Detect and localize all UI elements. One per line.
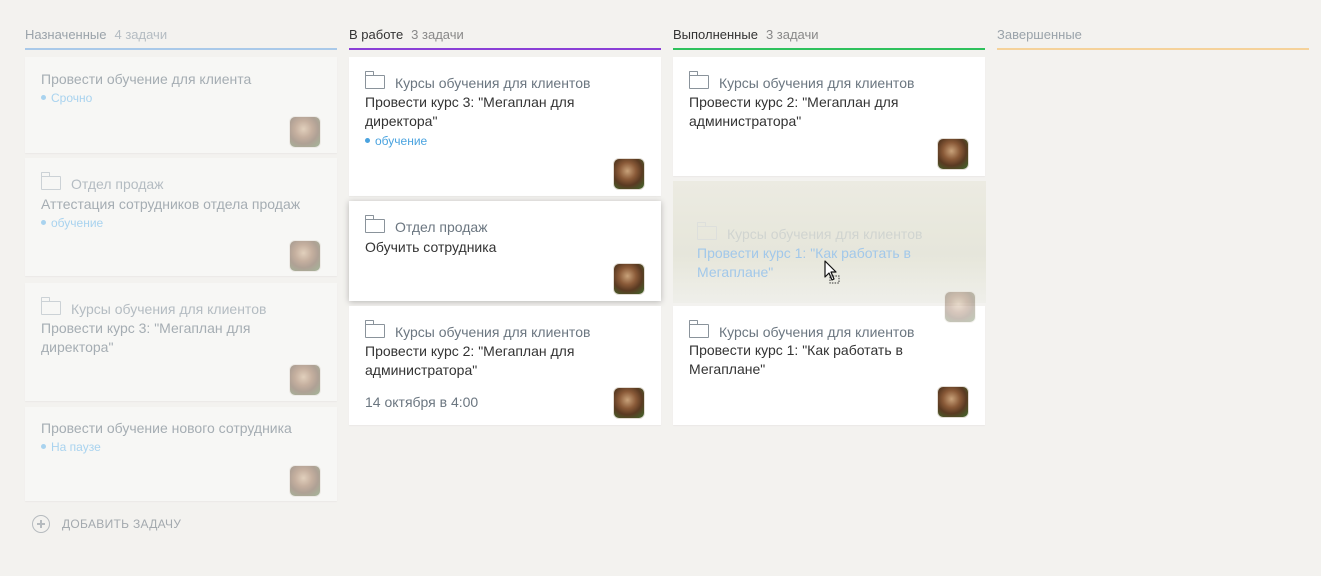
task-title: Провести курс 3: "Мегаплан для директора… <box>365 94 575 129</box>
folder-icon <box>364 215 385 233</box>
tag-dot <box>365 138 370 143</box>
task-project[interactable]: Курсы обучения для клиентов <box>364 320 590 340</box>
add-task-button[interactable]: ДОБАВИТЬ ЗАДАЧУ <box>32 515 181 533</box>
folder-icon <box>40 297 61 315</box>
task-tag: обучение <box>365 134 427 148</box>
task-title: Обучить сотрудника <box>365 239 497 255</box>
task-card[interactable]: Отдел продаж Обучить сотрудника <box>349 201 661 301</box>
column-header[interactable]: Назначенные 4 задачи <box>25 24 337 50</box>
task-title: Провести обучение для клиента <box>41 71 252 87</box>
column-title: Выполненные <box>673 27 758 42</box>
avatar[interactable] <box>289 465 321 497</box>
column-color-bar <box>997 48 1309 50</box>
avatar[interactable] <box>613 263 645 295</box>
dragging-task-card[interactable]: Курсы обучения для клиентов Провести кур… <box>673 181 986 323</box>
task-card[interactable]: Курсы обучения для клиентов Провести кур… <box>349 57 661 196</box>
column-color-bar <box>25 48 337 50</box>
task-tag: обучение <box>41 216 103 230</box>
task-title: Провести курс 2: "Мегаплан для администр… <box>365 343 575 378</box>
avatar[interactable] <box>937 386 969 418</box>
task-card[interactable]: Курсы обучения для клиентов Провести кур… <box>349 306 661 425</box>
folder-icon <box>696 222 717 240</box>
column-count: 3 задачи <box>765 27 819 42</box>
folder-icon <box>688 71 709 89</box>
task-card[interactable]: Провести обучение для клиента Срочно <box>25 57 337 153</box>
avatar[interactable] <box>937 138 969 170</box>
task-card[interactable]: Курсы обучения для клиентов Провести кур… <box>673 57 985 176</box>
task-due-date: 14 октября в 4:00 <box>365 394 479 410</box>
column-count: 3 задачи <box>411 27 464 42</box>
task-title: Провести обучение нового сотрудника <box>41 420 292 436</box>
column-title: В работе <box>349 27 404 42</box>
tag-dot <box>41 220 46 225</box>
column-title: Назначенные <box>25 27 107 42</box>
move-cursor-icon <box>824 260 840 284</box>
task-project: Курсы обучения для клиентов <box>696 222 922 242</box>
column-color-bar <box>673 48 985 50</box>
add-task-label: ДОБАВИТЬ ЗАДАЧУ <box>62 517 182 531</box>
column-header[interactable]: Завершенные <box>997 24 1309 50</box>
task-title: Провести курс 1: "Как работать в Мегапла… <box>697 245 911 280</box>
folder-icon <box>40 172 61 190</box>
task-project[interactable]: Отдел продаж <box>40 172 164 192</box>
task-tag: На паузе <box>41 440 101 454</box>
task-card[interactable]: Отдел продаж Аттестация сотрудников отде… <box>25 158 337 276</box>
avatar <box>944 291 976 323</box>
task-title: Провести курс 3: "Мегаплан для директора… <box>41 320 251 355</box>
plus-circle-icon <box>32 515 50 533</box>
folder-icon <box>688 320 709 338</box>
task-project[interactable]: Курсы обучения для клиентов <box>40 297 266 317</box>
avatar[interactable] <box>289 364 321 396</box>
folder-icon <box>364 320 385 338</box>
task-card[interactable]: Курсы обучения для клиентов Провести кур… <box>25 283 337 401</box>
folder-icon <box>364 71 385 89</box>
task-project[interactable]: Курсы обучения для клиентов <box>364 71 590 91</box>
column-header[interactable]: В работе 3 задачи <box>349 24 661 50</box>
column-title: Завершенные <box>997 27 1082 42</box>
avatar[interactable] <box>613 387 645 419</box>
task-project[interactable]: Курсы обучения для клиентов <box>688 320 914 340</box>
tag-dot <box>41 444 46 449</box>
task-title: Аттестация сотрудников отдела продаж <box>41 196 301 212</box>
task-project[interactable]: Курсы обучения для клиентов <box>688 71 914 91</box>
avatar[interactable] <box>613 158 645 190</box>
task-card[interactable]: Провести обучение нового сотрудника На п… <box>25 407 337 501</box>
column-header[interactable]: Выполненные 3 задачи <box>673 24 985 50</box>
task-title: Провести курс 2: "Мегаплан для администр… <box>689 94 899 129</box>
column-count: 4 задачи <box>114 27 168 42</box>
avatar[interactable] <box>289 240 321 272</box>
column-color-bar <box>349 48 661 50</box>
tag-dot <box>41 95 46 100</box>
task-tag: Срочно <box>41 91 92 105</box>
task-title: Провести курс 1: "Как работать в Мегапла… <box>689 342 903 377</box>
task-card[interactable]: Курсы обучения для клиентов Провести кур… <box>673 306 985 425</box>
task-project[interactable]: Отдел продаж <box>364 215 488 235</box>
avatar[interactable] <box>289 116 321 148</box>
